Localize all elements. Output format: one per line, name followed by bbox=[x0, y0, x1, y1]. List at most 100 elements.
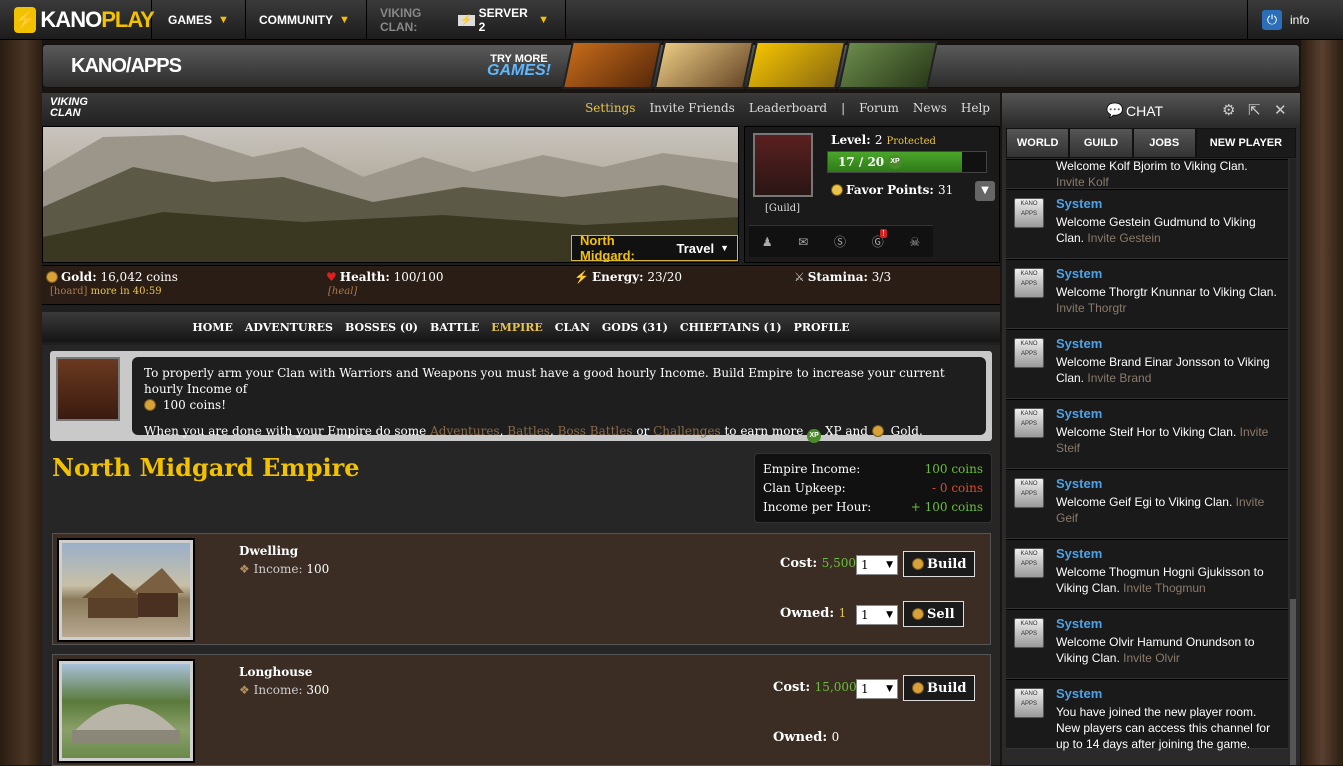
build-quantity-select[interactable]: 1 bbox=[856, 679, 898, 699]
building-row-dwelling: Dwelling ❖ Income: 100 Cost: 5,500 1 Bui… bbox=[52, 533, 991, 645]
menu-bosses[interactable]: BOSSES (0) bbox=[345, 321, 418, 334]
gift-icon[interactable]: Ⓖ! bbox=[872, 229, 887, 250]
game-thumbnail[interactable] bbox=[561, 41, 663, 89]
game-thumbnail[interactable] bbox=[745, 41, 847, 89]
building-income: ❖ Income: 100 bbox=[239, 562, 329, 576]
gear-icon[interactable]: ⚙ bbox=[1222, 101, 1235, 119]
sell-button[interactable]: Sell bbox=[903, 601, 964, 627]
travel-dropdown[interactable]: North Midgard: Travel ▼ bbox=[571, 233, 738, 262]
coin-icon bbox=[46, 271, 58, 283]
profile-icon[interactable]: ♟ bbox=[762, 235, 773, 249]
menu-battle[interactable]: BATTLE bbox=[430, 321, 479, 334]
gold-value: 16,042 coins bbox=[100, 270, 178, 284]
help-link[interactable]: Help bbox=[961, 101, 990, 115]
menu-home[interactable]: HOME bbox=[192, 321, 233, 334]
invite-link[interactable]: Invite Thogmun bbox=[1123, 581, 1206, 595]
settings-link[interactable]: Settings bbox=[585, 101, 635, 115]
game-panel: VIKING CLAN Settings Invite Friends Lead… bbox=[42, 93, 1000, 766]
viking-clan-logo[interactable]: VIKING CLAN bbox=[50, 97, 110, 121]
message-author[interactable]: System bbox=[1056, 546, 1102, 561]
tab-jobs[interactable]: JOBS bbox=[1132, 128, 1196, 158]
build-button[interactable]: Build bbox=[903, 675, 976, 701]
mail-icon[interactable]: ✉ bbox=[798, 235, 808, 249]
invite-link[interactable]: Invite Brand bbox=[1087, 371, 1151, 385]
message-author[interactable]: System bbox=[1056, 406, 1102, 421]
tip-line1: To properly arm your Clan with Warriors … bbox=[144, 366, 945, 396]
message-author[interactable]: System bbox=[1056, 196, 1102, 211]
game-thumbnail[interactable] bbox=[837, 41, 939, 89]
cost-value: 15,000 bbox=[814, 680, 857, 694]
chat-scrollbar[interactable] bbox=[1290, 159, 1296, 765]
boss-battles-link[interactable]: Boss Battles bbox=[558, 424, 633, 438]
favor-points[interactable]: Favor Points: 31 bbox=[831, 183, 953, 197]
battles-link[interactable]: Battles bbox=[507, 424, 550, 438]
challenges-link[interactable]: Challenges bbox=[653, 424, 721, 438]
community-menu[interactable]: COMMUNITY ▼ bbox=[243, 0, 367, 40]
scrollbar-thumb[interactable] bbox=[1290, 599, 1296, 765]
chat-bubble-icon: 💬 bbox=[1106, 102, 1124, 118]
tab-world[interactable]: WORLD bbox=[1006, 128, 1070, 158]
message-author[interactable]: System bbox=[1056, 476, 1102, 491]
close-icon[interactable]: ✕ bbox=[1274, 101, 1287, 119]
income-value: 100 bbox=[306, 562, 330, 576]
menu-chieftains[interactable]: CHIEFTAINS (1) bbox=[680, 321, 782, 334]
invite-link[interactable]: Invite Olvir bbox=[1123, 651, 1180, 665]
coin-icon bbox=[144, 399, 156, 411]
message-author[interactable]: System bbox=[1056, 686, 1102, 701]
build-label: Build bbox=[927, 680, 967, 696]
sell-label: Sell bbox=[927, 606, 955, 622]
kano-apps-logo[interactable]: KANO/APPS bbox=[71, 55, 182, 78]
popout-icon[interactable]: ⇱ bbox=[1248, 101, 1261, 119]
message-body: Welcome Thogmun Hogni Gjukisson to Vikin… bbox=[1056, 564, 1282, 596]
info-menu[interactable]: ⏻ info bbox=[1247, 0, 1343, 40]
tab-guild[interactable]: GUILD bbox=[1069, 128, 1133, 158]
store-icon[interactable]: Ⓢ bbox=[834, 233, 846, 250]
menu-adventures[interactable]: ADVENTURES bbox=[245, 321, 333, 334]
tip-message: To properly arm your Clan with Warriors … bbox=[132, 357, 986, 443]
energy-label: Energy: bbox=[591, 270, 644, 284]
sell-quantity-select[interactable]: 1 bbox=[856, 605, 898, 625]
hoard-link[interactable]: [hoard] bbox=[50, 286, 87, 297]
message-text: Welcome Steif Hor to Viking Clan. bbox=[1056, 425, 1237, 439]
build-button[interactable]: Build bbox=[903, 551, 976, 577]
invite-friends-link[interactable]: Invite Friends bbox=[649, 101, 734, 115]
menu-gods[interactable]: GODS (31) bbox=[602, 321, 668, 334]
build-quantity-select[interactable]: 1 bbox=[856, 555, 898, 575]
forum-link[interactable]: Forum bbox=[859, 101, 899, 115]
message-author[interactable]: System bbox=[1056, 336, 1102, 351]
income-icon: ❖ bbox=[239, 562, 250, 576]
message-author[interactable]: System bbox=[1056, 616, 1102, 631]
skull-icon[interactable]: ☠ bbox=[909, 235, 920, 249]
heal-link[interactable]: [heal] bbox=[328, 286, 357, 297]
server-menu[interactable]: VIKING CLAN: ⚡ SERVER 2 ▼ bbox=[364, 0, 566, 40]
empire-income-summary: Empire Income: 100 coins Clan Upkeep: - 0 … bbox=[754, 453, 992, 523]
message-author[interactable]: System bbox=[1056, 266, 1102, 281]
stamina-icon: ⚔ bbox=[794, 270, 805, 284]
menu-clan[interactable]: CLAN bbox=[555, 321, 590, 334]
games-menu[interactable]: GAMES ▼ bbox=[152, 0, 246, 40]
try-more-games-banner[interactable]: TRY MORE GAMES! bbox=[475, 53, 563, 79]
energy-icon: ⚡ bbox=[574, 270, 589, 284]
cost-value: 5,500 bbox=[821, 556, 857, 570]
player-menu-toggle[interactable]: ▼ bbox=[975, 181, 995, 201]
invite-link[interactable]: Invite Kolf bbox=[1056, 175, 1109, 189]
guild-link[interactable]: [Guild] bbox=[765, 203, 800, 214]
adventures-link[interactable]: Adventures bbox=[430, 424, 500, 438]
menu-profile[interactable]: PROFILE bbox=[794, 321, 850, 334]
chat-message-list: Welcome Kolf Bjorim to Viking Clan. Invit… bbox=[1006, 159, 1296, 765]
tab-new-player[interactable]: NEW PLAYER bbox=[1195, 128, 1296, 158]
message-text: Welcome Geif Egi to Viking Clan. bbox=[1056, 495, 1233, 509]
kanoplay-logo[interactable]: ⚡ KANO PLAY bbox=[0, 0, 155, 40]
invite-link[interactable]: Invite Thorgtr bbox=[1056, 301, 1126, 315]
tip-xp-and: XP and bbox=[824, 424, 868, 438]
leaderboard-link[interactable]: Leaderboard bbox=[749, 101, 827, 115]
dwelling-illustration bbox=[82, 568, 184, 618]
player-avatar[interactable] bbox=[753, 133, 813, 197]
menu-empire[interactable]: EMPIRE bbox=[491, 321, 543, 334]
invite-link[interactable]: Invite Gestein bbox=[1087, 231, 1160, 245]
chevron-down-icon: ▼ bbox=[218, 14, 229, 26]
cost-display: Cost: 15,000 bbox=[773, 680, 857, 695]
news-link[interactable]: News bbox=[913, 101, 947, 115]
owned-display: Owned: 0 bbox=[773, 730, 839, 745]
game-thumbnail[interactable] bbox=[653, 41, 755, 89]
